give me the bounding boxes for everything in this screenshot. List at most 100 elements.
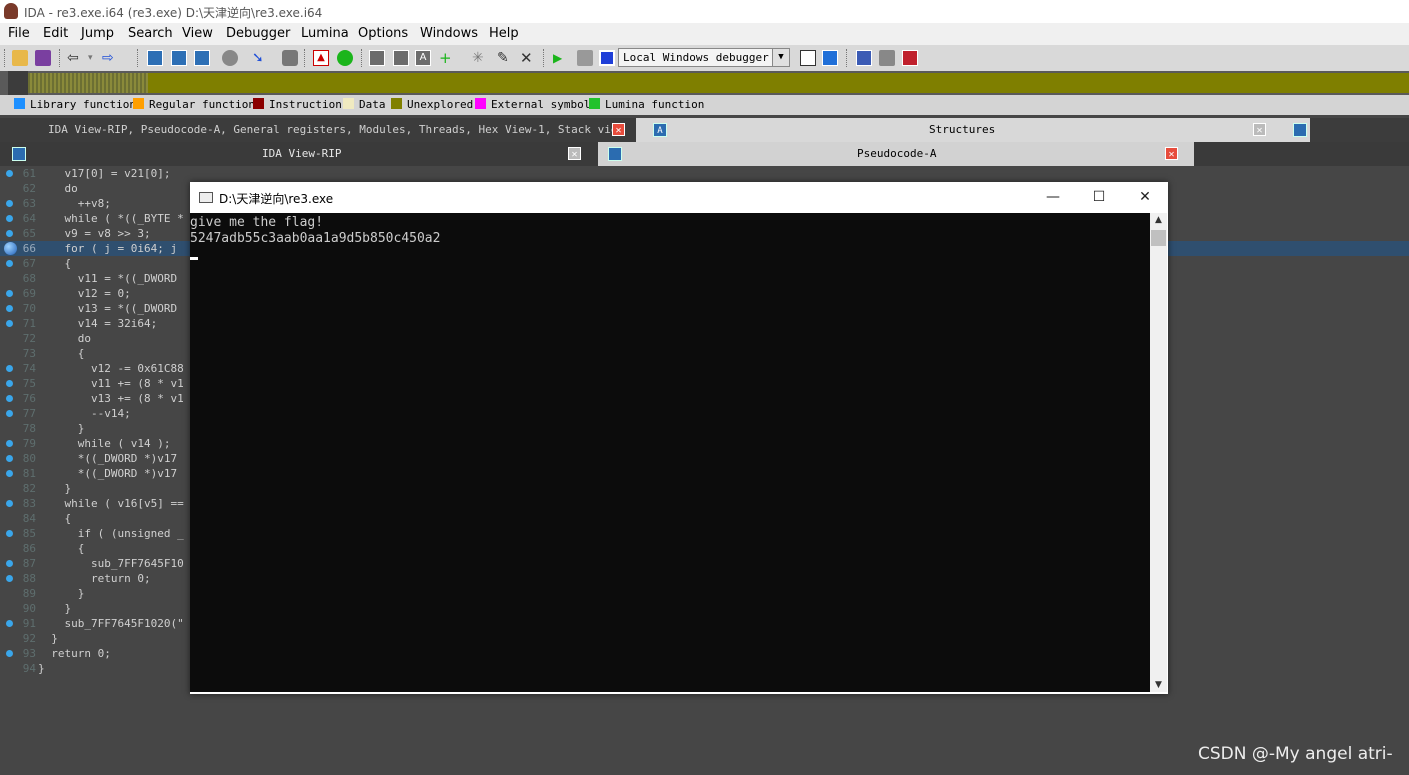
line-marker-icon[interactable] — [6, 380, 13, 387]
code-text: do — [38, 332, 91, 345]
line-marker-icon[interactable] — [6, 575, 13, 582]
menu-options[interactable]: Options — [358, 26, 408, 41]
line-marker-icon[interactable] — [6, 305, 13, 312]
warning-icon[interactable]: ▲ — [313, 50, 329, 66]
line-marker-icon[interactable] — [6, 440, 13, 447]
line-marker-icon[interactable] — [6, 500, 13, 507]
maximize-button[interactable]: ☐ — [1076, 182, 1122, 212]
edit-icon[interactable]: ✎ — [497, 50, 513, 66]
close-icon[interactable]: ✕ — [612, 123, 625, 136]
toolbar-separator — [59, 49, 62, 67]
console-title-bar[interactable]: D:\天津逆向\re3.exe — ☐ ✕ — [190, 182, 1168, 213]
scroll-down-icon[interactable]: ▼ — [1150, 680, 1167, 690]
hex-icon[interactable] — [194, 50, 210, 66]
menu-help[interactable]: Help — [489, 26, 519, 41]
forward-icon[interactable]: ⇨ — [102, 50, 118, 66]
new-struct-icon[interactable] — [147, 50, 163, 66]
console-output[interactable]: give me the flag! 5247adb55c3aab0aa1a9d5… — [190, 213, 1150, 692]
watermark: CSDN @-My angel atri- — [1198, 744, 1393, 764]
line-marker-icon[interactable] — [6, 365, 13, 372]
line-marker-icon[interactable] — [6, 650, 13, 657]
code-text: } — [38, 632, 58, 645]
text-a-icon[interactable]: A — [415, 50, 431, 66]
flag-icon[interactable] — [902, 50, 918, 66]
line-marker-icon[interactable] — [6, 530, 13, 537]
line-number: 85 — [22, 527, 36, 540]
console-window[interactable]: D:\天津逆向\re3.exe — ☐ ✕ give me the flag! … — [190, 182, 1168, 694]
pause-icon[interactable] — [577, 50, 593, 66]
star-icon[interactable]: ✳ — [472, 50, 488, 66]
text-cursor — [190, 257, 198, 260]
menu-view[interactable]: View — [182, 26, 213, 41]
code-icon[interactable] — [369, 50, 385, 66]
delete-icon[interactable]: ✕ — [520, 50, 536, 66]
menu-debugger[interactable]: Debugger — [226, 26, 290, 41]
line-marker-icon[interactable] — [6, 290, 13, 297]
binoculars-icon[interactable] — [222, 50, 238, 66]
code-text: if ( (unsigned _ — [38, 527, 184, 540]
play-icon[interactable]: ▶ — [553, 50, 569, 66]
line-marker-icon[interactable] — [6, 200, 13, 207]
code-text: { — [38, 347, 85, 360]
network-icon[interactable] — [879, 50, 895, 66]
script-icon[interactable] — [282, 50, 298, 66]
close-icon[interactable]: ✕ — [1253, 123, 1266, 136]
line-number: 93 — [22, 647, 36, 660]
open-icon[interactable] — [12, 50, 28, 66]
tab-structures[interactable]: A Structures ✕ — [636, 118, 1310, 142]
chevron-down-icon[interactable]: ▼ — [772, 49, 789, 66]
line-marker-icon[interactable] — [6, 560, 13, 567]
line-marker-icon[interactable] — [6, 620, 13, 627]
menu-search[interactable]: Search — [128, 26, 173, 41]
line-marker-icon[interactable] — [6, 470, 13, 477]
close-button[interactable]: ✕ — [1122, 182, 1168, 212]
stop-icon[interactable] — [599, 50, 615, 66]
save-icon[interactable] — [35, 50, 51, 66]
toolbar-separator — [543, 49, 546, 67]
tab-pseudocode[interactable]: Pseudocode-A ✕ — [598, 142, 1194, 166]
line-marker-icon[interactable] — [6, 170, 13, 177]
line-marker-icon[interactable] — [6, 260, 13, 267]
tab-list-icon[interactable] — [1293, 123, 1307, 137]
menu-edit[interactable]: Edit — [43, 26, 68, 41]
console-scrollbar[interactable]: ▲ ▼ — [1150, 213, 1167, 692]
tab-ida-view[interactable]: IDA View-RIP ✕ — [0, 142, 596, 166]
scroll-thumb[interactable] — [1151, 230, 1166, 246]
code-line[interactable]: 61 v17[0] = v21[0]; — [0, 166, 1409, 181]
line-marker-icon[interactable] — [6, 320, 13, 327]
menu-lumina[interactable]: Lumina — [301, 26, 349, 41]
scroll-up-icon[interactable]: ▲ — [1150, 215, 1167, 225]
minimize-button[interactable]: — — [1030, 182, 1076, 212]
line-marker-icon[interactable] — [6, 230, 13, 237]
detach-icon[interactable] — [822, 50, 838, 66]
green-circle-icon[interactable] — [337, 50, 353, 66]
plus-icon[interactable]: + — [439, 50, 455, 66]
line-number: 64 — [22, 212, 36, 225]
code-text: return 0; — [38, 647, 111, 660]
line-marker-icon[interactable] — [6, 215, 13, 222]
text-icon[interactable] — [171, 50, 187, 66]
pseudocode-icon — [608, 147, 622, 161]
pointer-icon[interactable]: ➘ — [252, 50, 268, 66]
close-icon[interactable]: ✕ — [568, 147, 581, 160]
tab-group-main[interactable]: IDA View-RIP, Pseudocode-A, General regi… — [0, 118, 636, 142]
navigation-band[interactable] — [0, 71, 1409, 95]
attach-icon[interactable] — [800, 50, 816, 66]
code-text: v9 = v8 >> 3; — [38, 227, 151, 240]
list-icon[interactable] — [856, 50, 872, 66]
debugger-select[interactable]: Local Windows debugger ▼ — [618, 48, 790, 67]
tab-ida-view-label: IDA View-RIP — [262, 147, 342, 160]
data-icon[interactable] — [393, 50, 409, 66]
line-marker-icon[interactable] — [6, 395, 13, 402]
back-icon[interactable]: ⇦ — [67, 50, 83, 66]
menu-windows[interactable]: Windows — [420, 26, 478, 41]
line-marker-icon[interactable] — [6, 410, 13, 417]
navigation-band-arrows[interactable] — [8, 71, 28, 95]
menu-jump[interactable]: Jump — [81, 26, 114, 41]
line-number: 82 — [22, 482, 36, 495]
menu-file[interactable]: File — [8, 26, 30, 41]
close-icon[interactable]: ✕ — [1165, 147, 1178, 160]
code-text: } — [38, 587, 85, 600]
code-text: v14 = 32i64; — [38, 317, 158, 330]
line-marker-icon[interactable] — [6, 455, 13, 462]
